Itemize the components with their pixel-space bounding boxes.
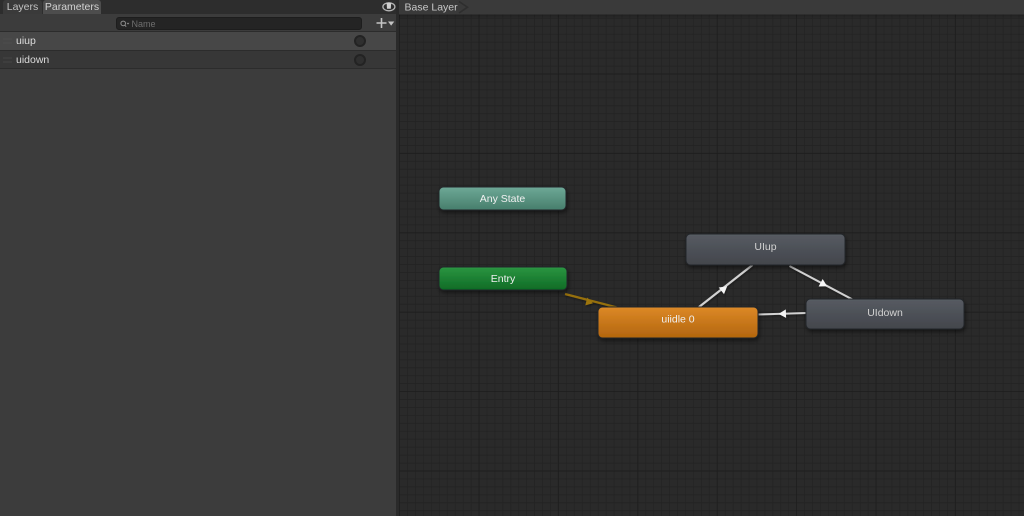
- svg-text:Entry: Entry: [491, 273, 516, 285]
- svg-text:UIdown: UIdown: [867, 307, 903, 319]
- svg-text:uiidle 0: uiidle 0: [661, 314, 694, 326]
- svg-text:UIup: UIup: [754, 241, 776, 253]
- svg-text:Any State: Any State: [480, 193, 526, 205]
- svg-text:Base Layer: Base Layer: [405, 2, 459, 14]
